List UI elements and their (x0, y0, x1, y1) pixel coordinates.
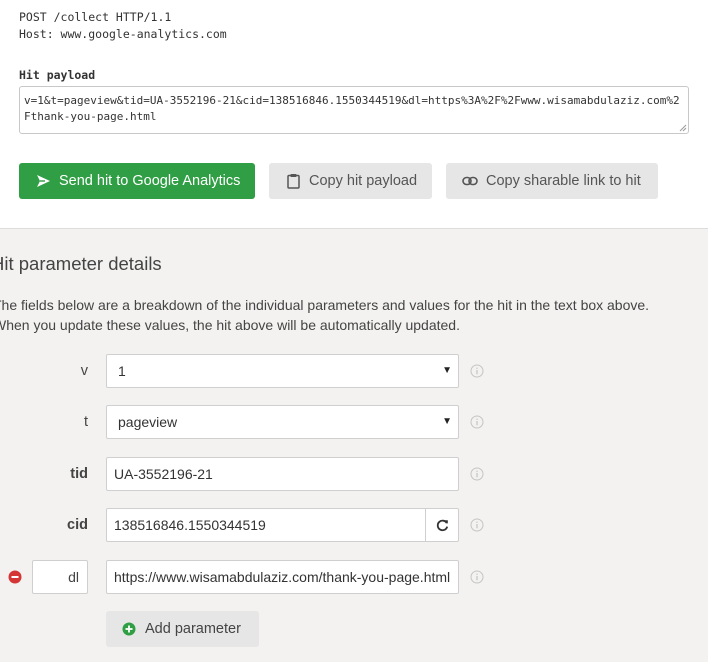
paper-plane-icon (35, 173, 51, 189)
section-description: The fields below are a breakdown of the … (0, 295, 708, 335)
regenerate-cid-button[interactable] (425, 508, 459, 542)
info-icon[interactable] (470, 518, 484, 532)
copy-hit-payload-button[interactable]: Copy hit payload (269, 163, 432, 199)
add-parameter-label: Add parameter (145, 621, 241, 637)
param-value-dl: https://www.wisamabdulaziz.com/thank-you… (114, 569, 451, 585)
hit-payload-label: Hit payload (19, 68, 96, 82)
copy-hit-payload-label: Copy hit payload (309, 173, 418, 189)
param-value-cid: 138516846.1550344519 (114, 517, 266, 533)
hit-parameter-details-section: Hit parameter details The fields below a… (0, 228, 708, 662)
resize-grip-icon[interactable] (679, 124, 687, 132)
param-label-v: v (80, 363, 88, 379)
param-input-cid[interactable]: 138516846.1550344519 (106, 508, 426, 542)
info-icon[interactable] (470, 415, 484, 429)
param-select-t[interactable]: pageview ▼ (106, 405, 459, 439)
hit-payload-text: v=1&t=pageview&tid=UA-3552196-21&cid=138… (24, 94, 680, 123)
param-label-tid: tid (70, 466, 88, 482)
param-value-tid: UA-3552196-21 (114, 466, 213, 482)
request-line: POST /collect HTTP/1.1 (19, 10, 172, 24)
dropdown-caret-icon: ▼ (442, 365, 452, 376)
hit-payload-textarea[interactable]: v=1&t=pageview&tid=UA-3552196-21&cid=138… (19, 86, 689, 134)
param-input-tid[interactable]: UA-3552196-21 (106, 457, 459, 491)
description-line-2: When you update these values, the hit ab… (0, 317, 460, 333)
param-key-input-dl[interactable]: dl (32, 560, 88, 594)
clipboard-icon (285, 173, 301, 189)
param-row-v: v 1 ▼ (0, 354, 708, 388)
param-input-dl[interactable]: https://www.wisamabdulaziz.com/thank-you… (106, 560, 459, 594)
request-header: POST /collect HTTP/1.1 Host: www.google-… (19, 9, 227, 43)
hit-builder-top: POST /collect HTTP/1.1 Host: www.google-… (0, 0, 708, 228)
refresh-icon (436, 519, 448, 531)
link-icon (462, 173, 478, 189)
param-row-cid: cid 138516846.1550344519 (0, 508, 708, 542)
info-icon[interactable] (470, 364, 484, 378)
param-label-cid: cid (67, 517, 88, 533)
send-hit-label: Send hit to Google Analytics (59, 173, 241, 189)
info-icon[interactable] (470, 467, 484, 481)
remove-parameter-icon[interactable] (8, 570, 22, 584)
send-hit-button[interactable]: Send hit to Google Analytics (19, 163, 255, 199)
param-row-dl: dl https://www.wisamabdulaziz.com/thank-… (0, 560, 708, 594)
copy-sharable-link-button[interactable]: Copy sharable link to hit (446, 163, 658, 199)
description-line-1: The fields below are a breakdown of the … (0, 297, 650, 313)
dropdown-caret-icon: ▼ (442, 416, 452, 427)
param-row-t: t pageview ▼ (0, 405, 708, 439)
section-title: Hit parameter details (0, 253, 162, 274)
copy-sharable-link-label: Copy sharable link to hit (486, 173, 641, 189)
param-label-dl: dl (68, 569, 79, 585)
add-parameter-button[interactable]: Add parameter (106, 611, 259, 647)
param-select-v[interactable]: 1 ▼ (106, 354, 459, 388)
param-value-t: pageview (118, 414, 178, 430)
plus-circle-icon (122, 622, 136, 636)
host-line: Host: www.google-analytics.com (19, 27, 227, 41)
param-value-v: 1 (118, 363, 126, 379)
param-row-tid: tid UA-3552196-21 (0, 457, 708, 491)
param-label-t: t (83, 414, 88, 430)
info-icon[interactable] (470, 570, 484, 584)
